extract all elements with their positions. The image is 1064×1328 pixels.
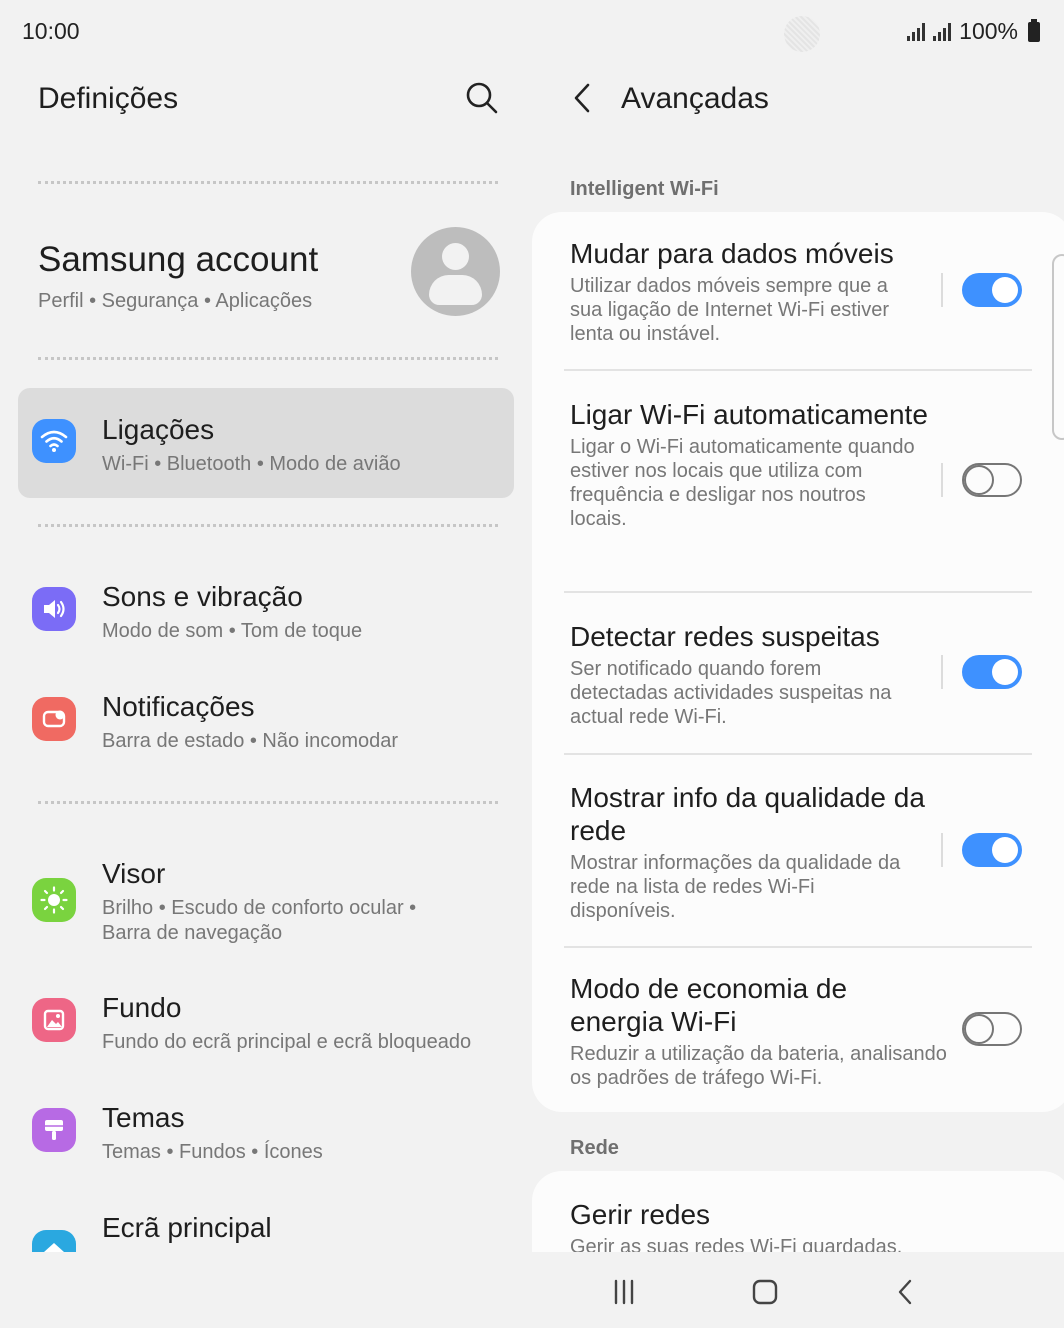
toggle-knob xyxy=(992,837,1018,863)
notification-icon xyxy=(32,697,76,741)
setting-description: Ligar o Wi-Fi automaticamente quando est… xyxy=(570,436,915,530)
toggle-suspicious-networks[interactable] xyxy=(962,655,1022,689)
setting-description: Utilizar dados móveis sempre que a sua l… xyxy=(570,275,890,345)
menu-item-visor[interactable]: Visor Brilho • Escudo de conforto ocular… xyxy=(18,832,514,962)
divider xyxy=(564,753,1032,755)
menu-item-subtitle: Fundo do ecrã principal e ecrã bloqueado xyxy=(102,1031,472,1053)
divider xyxy=(564,591,1032,593)
setting-description: Mostrar informações da qualidade da rede… xyxy=(570,852,901,922)
toggle-knob xyxy=(992,277,1018,303)
toggle-mobile-data-switch[interactable] xyxy=(962,273,1022,307)
divider xyxy=(38,801,498,804)
menu-item-title: Notificações xyxy=(102,691,255,722)
vertical-separator xyxy=(941,463,943,497)
section-label-intelligent-wifi: Intelligent Wi-Fi xyxy=(570,178,719,200)
battery-icon xyxy=(1028,18,1040,42)
scrollbar[interactable] xyxy=(1052,254,1064,440)
chevron-left-icon xyxy=(574,83,590,113)
avatar-body xyxy=(429,275,482,305)
menu-item-subtitle: Barra de estado • Não incomodar xyxy=(102,730,399,752)
avatar-head xyxy=(442,243,469,270)
toggle-network-quality-info[interactable] xyxy=(962,833,1022,867)
section-label-rede: Rede xyxy=(570,1137,619,1159)
divider xyxy=(564,369,1032,371)
recent-apps-button[interactable] xyxy=(604,1276,644,1308)
picture-icon xyxy=(32,998,76,1042)
setting-title: Mostrar info da qualidade da rede xyxy=(570,782,925,846)
setting-title: Mudar para dados móveis xyxy=(570,238,894,269)
menu-item-subtitle: Modo de som • Tom de toque xyxy=(102,620,363,642)
setting-description: Reduzir a utilização da bateria, analisa… xyxy=(570,1043,947,1089)
brush-icon xyxy=(32,1108,76,1152)
network-card: Gerir redes Gerir as suas redes Wi-Fi gu… xyxy=(532,1171,1064,1252)
menu-item-subtitle: Temas • Fundos • Ícones xyxy=(102,1141,323,1163)
signal-icon xyxy=(933,22,952,41)
menu-item-temas[interactable]: Temas Temas • Fundos • Ícones xyxy=(18,1076,514,1186)
setting-title: Ligar Wi-Fi automaticamente xyxy=(570,399,928,430)
toggle-wifi-power-saving[interactable] xyxy=(962,1012,1022,1046)
vertical-separator xyxy=(941,655,943,689)
front-camera xyxy=(784,16,820,52)
menu-item-title: Ligações xyxy=(102,414,215,445)
setting-description: Ser notificado quando forem detectadas a… xyxy=(570,658,892,728)
menu-clip: Ecrã principal xyxy=(0,1186,530,1252)
advanced-title: Avançadas xyxy=(621,82,769,115)
divider xyxy=(38,357,498,360)
search-button[interactable] xyxy=(462,78,502,118)
toggle-knob xyxy=(964,1014,994,1044)
home-icon xyxy=(32,1230,76,1252)
signal-icon xyxy=(907,22,926,41)
battery-percentage: 100% xyxy=(959,18,1018,44)
setting-auto-wifi[interactable]: Ligar Wi-Fi automaticamente Ligar o Wi-F… xyxy=(570,398,1032,531)
menu-item-title: Ecrã principal xyxy=(102,1212,272,1243)
back-button[interactable] xyxy=(566,78,606,118)
menu-item-title: Visor xyxy=(102,858,166,889)
home-button[interactable] xyxy=(745,1276,785,1308)
menu-item-ligacoes[interactable]: Ligações Wi-Fi • Bluetooth • Modo de avi… xyxy=(18,388,514,498)
setting-description: Gerir as suas redes Wi-Fi guardadas. xyxy=(570,1236,903,1252)
avatar[interactable] xyxy=(411,227,500,316)
speaker-icon xyxy=(32,587,76,631)
setting-title: Modo de economia de energia Wi-Fi xyxy=(570,973,848,1037)
menu-item-title: Temas xyxy=(102,1102,185,1133)
setting-manage-networks[interactable]: Gerir redes Gerir as suas redes Wi-Fi gu… xyxy=(570,1198,1032,1252)
divider xyxy=(38,524,498,527)
vertical-separator xyxy=(941,273,943,307)
menu-item-title: Fundo xyxy=(102,992,182,1023)
menu-item-sons[interactable]: Sons e vibração Modo de som • Tom de toq… xyxy=(18,555,514,665)
recent-apps-icon xyxy=(614,1279,634,1305)
setting-title: Detectar redes suspeitas xyxy=(570,621,880,652)
status-indicators: 100% xyxy=(907,18,1040,45)
menu-item-subtitle: Wi-Fi • Bluetooth • Modo de avião xyxy=(102,453,401,475)
search-icon xyxy=(466,82,498,114)
wifi-icon xyxy=(32,419,76,463)
menu-item-title: Sons e vibração xyxy=(102,581,303,612)
menu-item-notificacoes[interactable]: Notificações Barra de estado • Não incom… xyxy=(18,665,514,775)
setting-title: Gerir redes xyxy=(570,1199,711,1230)
page-title: Definições xyxy=(38,82,179,115)
chevron-left-icon xyxy=(898,1279,912,1305)
menu-item-ecra-principal[interactable]: Ecrã principal xyxy=(18,1186,514,1252)
home-square-icon xyxy=(752,1279,778,1305)
divider xyxy=(564,946,1032,948)
vertical-separator xyxy=(941,833,943,867)
toggle-knob xyxy=(992,659,1018,685)
navigation-bar xyxy=(0,1252,1064,1328)
toggle-knob xyxy=(964,465,994,495)
nav-back-button[interactable] xyxy=(886,1276,926,1308)
divider xyxy=(38,181,498,184)
menu-item-fundo[interactable]: Fundo Fundo do ecrã principal e ecrã blo… xyxy=(18,966,514,1076)
menu-item-subtitle: Brilho • Escudo de conforto ocular • Bar… xyxy=(102,897,417,944)
status-bar: 10:00 100% xyxy=(0,0,1064,64)
sun-icon xyxy=(32,878,76,922)
status-time: 10:00 xyxy=(22,18,80,44)
intelligent-wifi-card: Mudar para dados móveis Utilizar dados m… xyxy=(532,212,1064,1112)
toggle-auto-wifi[interactable] xyxy=(962,463,1022,497)
